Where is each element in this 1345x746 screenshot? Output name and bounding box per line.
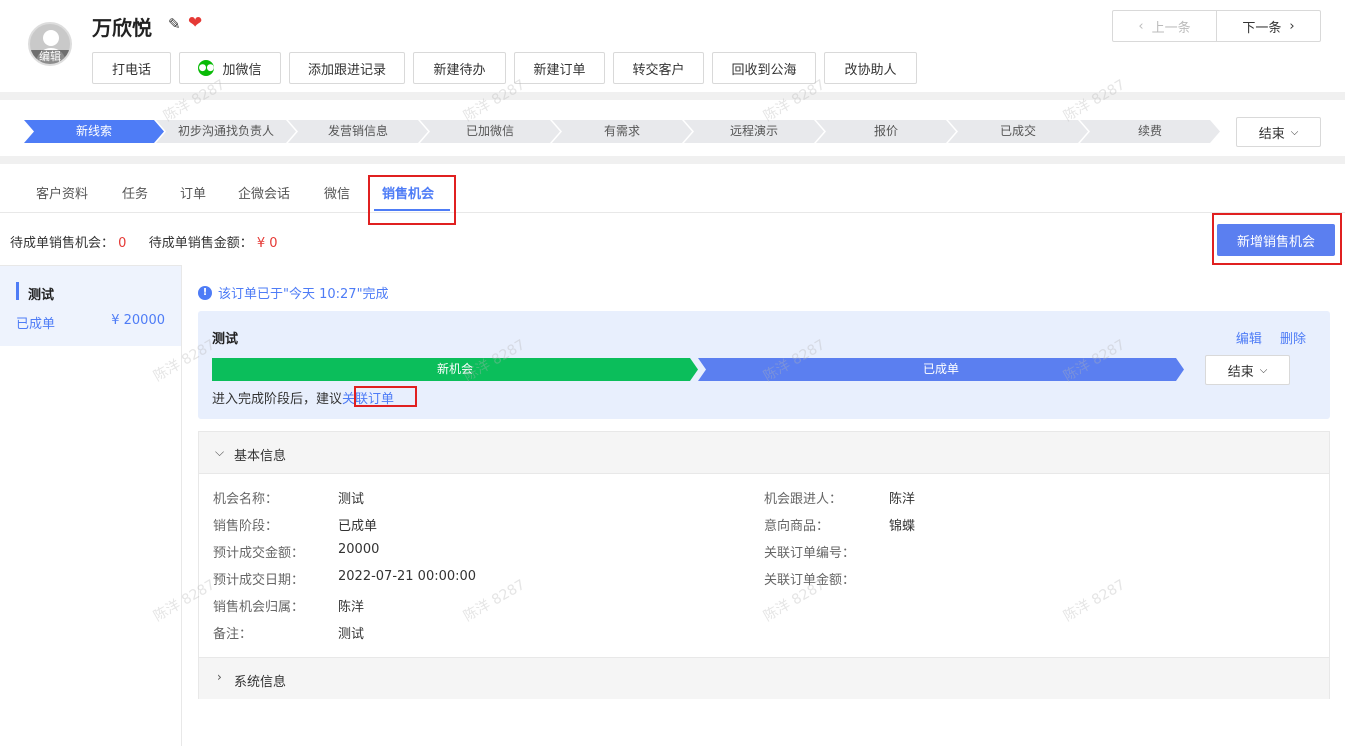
pencil-icon[interactable]: ✎ <box>168 15 181 33</box>
field-label: 备注： <box>213 627 253 642</box>
stage-step[interactable]: 报价 <box>816 120 956 143</box>
avatar-edit-label[interactable]: 编辑 <box>30 50 70 64</box>
field-value: 测试 <box>338 627 365 642</box>
field-value: 锦蝶 <box>889 519 916 534</box>
wechat-icon: ●● <box>198 60 215 76</box>
opportunity-card-title: 测试 <box>212 332 239 347</box>
field-value: 20000 <box>338 542 380 557</box>
tab-customer-profile[interactable]: 客户资料 <box>36 183 88 202</box>
tab-orders[interactable]: 订单 <box>180 183 206 202</box>
basic-info-panel: ⌵ 基本信息 机会名称： 测试 销售阶段： 已成单 预计成交金额： 20000 … <box>198 431 1330 699</box>
pending-amount-label: 待成单销售金额： <box>148 236 253 251</box>
field-label: 关联订单金额： <box>764 573 856 588</box>
add-followup-button[interactable]: 添加跟进记录 <box>289 52 405 84</box>
highlight-box <box>368 175 456 225</box>
chevron-down-icon: ⌵ <box>1259 364 1268 376</box>
system-info-title: 系统信息 <box>234 675 287 690</box>
selected-indicator <box>16 282 19 300</box>
opportunity-stage-step[interactable]: 已成单 <box>698 358 1184 381</box>
info-icon: ! <box>198 285 212 300</box>
stage-step[interactable]: 初步沟通找负责人 <box>156 120 296 143</box>
stage-step[interactable]: 远程演示 <box>684 120 824 143</box>
system-info-header[interactable]: › 系统信息 <box>199 657 1329 699</box>
chevron-down-icon: ⌵ <box>1290 126 1299 138</box>
highlight-box <box>354 386 417 407</box>
stage-step[interactable]: 发营销信息 <box>288 120 428 143</box>
divider <box>0 92 1345 100</box>
tab-wechat[interactable]: 微信 <box>324 183 350 202</box>
field-label: 销售阶段： <box>213 519 279 534</box>
record-pager: ‹ 上一条 下一条 › <box>1112 10 1321 42</box>
stage-step[interactable]: 续费 <box>1080 120 1220 143</box>
chevron-down-icon: ⌵ <box>215 445 225 459</box>
opportunity-list: 测试 已成单 ¥ 20000 <box>0 265 182 746</box>
divider <box>0 156 1345 164</box>
pending-count-label: 待成单销售机会： <box>10 236 115 251</box>
field-value: 已成单 <box>338 519 378 534</box>
tab-tasks[interactable]: 任务 <box>122 183 148 202</box>
opportunity-ops: 编辑 删除 <box>1222 328 1306 347</box>
opportunity-amount: ¥ 20000 <box>111 313 165 328</box>
detail-tabs: 客户资料 任务 订单 企微会话 微信 销售机会 <box>0 164 1345 213</box>
highlight-box <box>1212 213 1342 265</box>
field-label: 预计成交金额： <box>213 546 305 561</box>
customer-stage-bar: 新线索 初步沟通找负责人 发营销信息 已加微信 有需求 远程演示 报价 已成交 … <box>24 120 1214 143</box>
opportunity-stage: 已成单 <box>16 317 56 332</box>
recycle-to-pool-button[interactable]: 回收到公海 <box>712 52 816 84</box>
change-assistant-button[interactable]: 改协助人 <box>824 52 917 84</box>
field-label: 机会跟进人： <box>764 492 843 507</box>
field-value: 陈洋 <box>889 492 916 507</box>
heart-icon[interactable]: ❤ <box>188 13 202 33</box>
opportunity-summary: 待成单销售机会： 0 待成单销售金额： ¥ 0 <box>10 232 278 251</box>
chevron-right-icon: › <box>1289 18 1295 34</box>
delete-link[interactable]: 删除 <box>1280 332 1306 347</box>
field-value: 2022-07-21 00:00:00 <box>338 569 477 584</box>
field-label: 意向商品： <box>764 519 830 534</box>
opportunity-title: 测试 <box>28 288 55 303</box>
stage-step[interactable]: 已加微信 <box>420 120 560 143</box>
chevron-left-icon: ‹ <box>1138 18 1144 34</box>
stage-end-dropdown[interactable]: 结束 ⌵ <box>1236 117 1321 147</box>
basic-info-title: 基本信息 <box>234 449 287 464</box>
opportunity-end-dropdown[interactable]: 结束 ⌵ <box>1205 355 1290 385</box>
field-label: 机会名称： <box>213 492 279 507</box>
notice-text: 该订单已于"今天 10:27"完成 <box>218 287 389 302</box>
prev-record-button[interactable]: ‹ 上一条 <box>1113 11 1217 41</box>
field-label: 销售机会归属： <box>213 600 305 615</box>
basic-info-header[interactable]: ⌵ 基本信息 <box>199 432 1329 474</box>
customer-header: 编辑 万欣悦 ✎ ❤ 打电话 ●● 加微信 添加跟进记录 新建待办 新建订单 转交… <box>0 0 1345 92</box>
next-record-button[interactable]: 下一条 › <box>1217 11 1320 41</box>
opportunity-stage-step[interactable]: 新机会 <box>212 358 698 381</box>
transfer-customer-button[interactable]: 转交客户 <box>613 52 704 84</box>
action-toolbar: 打电话 ●● 加微信 添加跟进记录 新建待办 新建订单 转交客户 回收到公海 改协… <box>92 52 925 84</box>
tab-wecom-chat[interactable]: 企微会话 <box>238 183 290 202</box>
completion-notice: ! 该订单已于"今天 10:27"完成 <box>198 283 389 302</box>
stage-step[interactable]: 有需求 <box>552 120 692 143</box>
call-button[interactable]: 打电话 <box>92 52 171 84</box>
stage-step[interactable]: 新线索 <box>24 120 164 143</box>
new-order-button[interactable]: 新建订单 <box>514 52 605 84</box>
edit-link[interactable]: 编辑 <box>1236 332 1262 347</box>
chevron-right-icon: › <box>217 670 222 684</box>
customer-name: 万欣悦 <box>92 16 152 40</box>
new-todo-button[interactable]: 新建待办 <box>413 52 506 84</box>
field-label: 关联订单编号： <box>764 546 856 561</box>
list-item[interactable]: 测试 已成单 ¥ 20000 <box>0 266 181 346</box>
pending-count-value: 0 <box>118 236 127 251</box>
field-value: 陈洋 <box>338 600 365 615</box>
pending-amount-value: ¥ 0 <box>256 236 278 251</box>
add-wechat-button[interactable]: ●● 加微信 <box>179 52 281 84</box>
stage-step[interactable]: 已成交 <box>948 120 1088 143</box>
avatar[interactable]: 编辑 <box>28 22 72 66</box>
field-label: 预计成交日期： <box>213 573 305 588</box>
field-value: 测试 <box>338 492 365 507</box>
